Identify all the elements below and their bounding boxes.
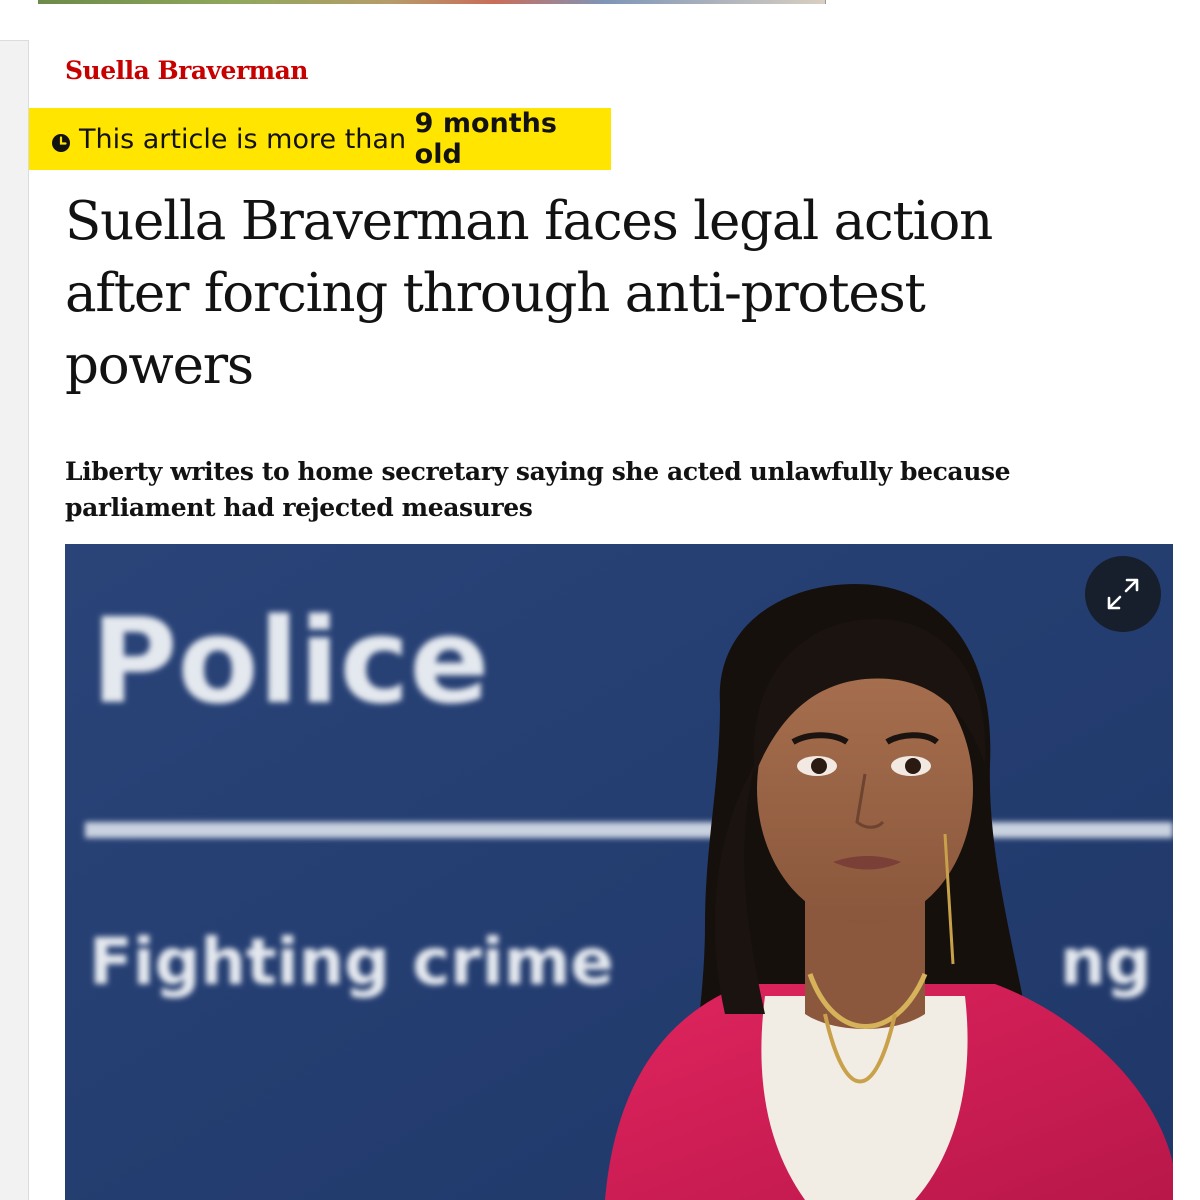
- browser-top-strip: [0, 0, 1200, 41]
- expand-image-button[interactable]: [1085, 556, 1161, 632]
- article-age-badge: This article is more than 9 months old: [29, 108, 611, 170]
- sign-subtitle: Fighting crime: [89, 926, 614, 1000]
- sign-title: Police: [91, 592, 489, 730]
- section-tag-link[interactable]: Suella Braverman: [65, 56, 308, 85]
- age-notice-value: 9 months old: [414, 108, 557, 170]
- article-headline: Suella Braverman faces legal action afte…: [65, 191, 993, 396]
- advert-banner-strip[interactable]: [38, 0, 826, 4]
- age-notice-prefix: This article is more than: [79, 123, 415, 155]
- article-main-photo: Police Fighting crime ng: [65, 544, 1173, 1200]
- photo-illustration: Police Fighting crime ng: [65, 544, 1173, 1200]
- expand-arrows-icon: [1101, 572, 1145, 616]
- article-page: Suella Braverman This article is more th…: [28, 40, 1200, 1200]
- sign-subtitle-tail: ng: [1060, 926, 1151, 1000]
- article-standfirst: Liberty writes to home secretary saying …: [65, 457, 1011, 522]
- sign-divider: [85, 822, 1173, 838]
- clock-icon: [51, 129, 71, 152]
